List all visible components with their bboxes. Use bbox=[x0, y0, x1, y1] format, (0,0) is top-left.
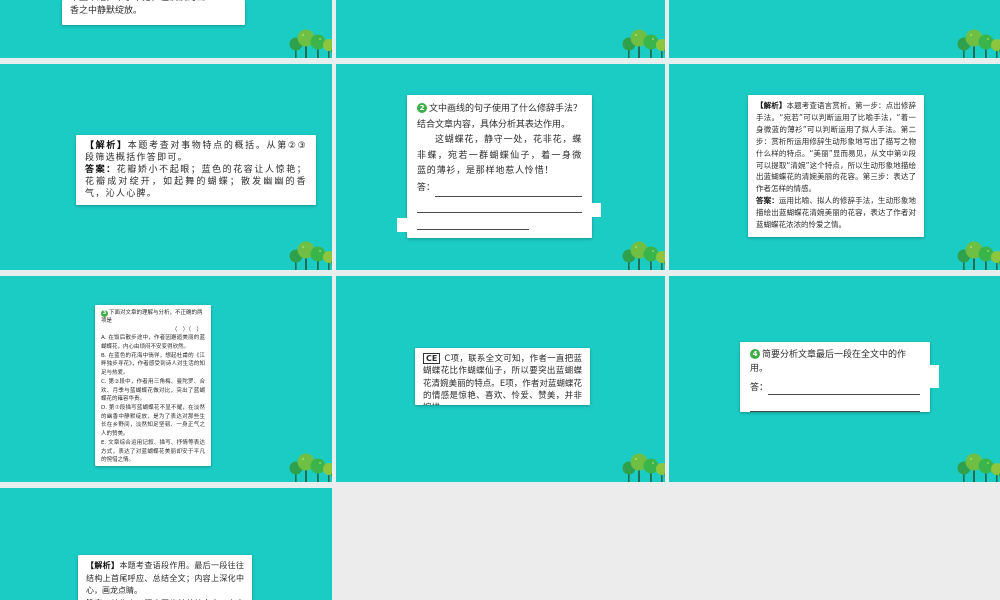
trees-icon bbox=[622, 29, 665, 58]
option-item-d: D. 第⑦段描写蓝蝴蝶花不显不耀，在淡然的幽香中静默绽放，是为了表达对那些生长在… bbox=[101, 405, 205, 437]
trees-icon bbox=[957, 453, 1000, 482]
question-heading: 3 下面对文章的理解与分析，不正确的两项是 bbox=[101, 309, 205, 326]
slide-thumbnail-r4c1[interactable]: 【解析】本题考查语段作用。最后一段往往结构上首尾呼应、总结全文；内容上深化中心，… bbox=[0, 488, 332, 600]
trees-icon bbox=[289, 29, 332, 58]
slide-thumbnail-r2c3[interactable]: 【解析】本题考查语言赏析。第一步：点出修辞手法。“宛若”可以判断运用了比喻手法，… bbox=[669, 64, 1000, 270]
slide-thumbnail-r3c3[interactable]: 4 简要分析文章最后一段在全文中的作用。 答： bbox=[669, 276, 1000, 482]
analysis-text: C项，联系全文可知，作者一直把蓝蝴蝶花比作蝴蝶仙子，所以要突出蓝蝴蝶花清婉美丽的… bbox=[423, 354, 582, 405]
trees-icon bbox=[957, 29, 1000, 58]
option-item-c: C. 第②段中，作者用三角梅、曼陀罗、合欢、月季与蓝蝴蝶花做对比，突出了蓝蝴蝶花… bbox=[101, 379, 205, 403]
slide-thumbnail-r3c2[interactable]: CE C项，联系全文可知，作者一直把蓝蝴蝶花比作蝴蝶仙子，所以要突出蓝蝴蝶花清婉美… bbox=[336, 276, 665, 482]
analysis-paragraph: 【解析】本题考查语言赏析。第一步：点出修辞手法。“宛若”可以判断运用了比喻手法，… bbox=[756, 100, 916, 195]
answer-label: 答： bbox=[417, 183, 436, 193]
slide-thumbnail-r2c2[interactable]: 2 文中画线的句子使用了什么修辞手法？结合文章内容，具体分析其表达作用。 这蝴蝶花… bbox=[336, 64, 665, 270]
analysis-text-box: 【解析】本题考查语段作用。最后一段往往结构上首尾呼应、总结全文；内容上深化中心，… bbox=[78, 555, 252, 600]
white-tab-decoration bbox=[592, 203, 601, 217]
analysis-text-box: 【解析】本题考查对事物特点的概括。从第②③段筛选概括作答即可。 答案：花瓣娇小不… bbox=[76, 135, 316, 205]
trees-icon bbox=[289, 453, 332, 482]
slide-sorter-canvas: 不显不耀，不争不抢，在淡淡的幽 香之中静默绽放。 【解析】本题考查对事物特点的概… bbox=[0, 0, 1000, 600]
answer-badge: CE bbox=[423, 353, 441, 364]
answer-label: 答： bbox=[750, 383, 769, 393]
question-text-box: 4 简要分析文章最后一段在全文中的作用。 答： bbox=[740, 342, 930, 412]
option-item-b: B. 在蓝色的花海中徜徉，想起杜甫的《江畔独步寻花》，作者感受到诗人对生活的知足… bbox=[101, 353, 205, 376]
answer-text: 花瓣娇小不起眼；蓝色的花容让人惊艳；花瓣成对绽开，如起舞的蝴蝶；散发幽幽的香气，… bbox=[85, 165, 308, 199]
slide-thumbnail-r2c1[interactable]: 【解析】本题考查对事物特点的概括。从第②③段筛选概括作答即可。 答案：花瓣娇小不… bbox=[0, 64, 332, 270]
analysis-paragraph: CE C项，联系全文可知，作者一直把蓝蝴蝶花比作蝴蝶仙子，所以要突出蓝蝴蝶花清婉美… bbox=[423, 353, 582, 405]
answer-blank-row bbox=[750, 395, 920, 412]
question-text: 简要分析文章最后一段在全文中的作用。 bbox=[750, 350, 907, 374]
slide-thumbnail-r3c1[interactable]: 3 下面对文章的理解与分析，不正确的两项是 （ ）（ ） A. 在饭后散步途中，作… bbox=[0, 276, 332, 482]
question-heading: 2 文中画线的句子使用了什么修辞手法？结合文章内容，具体分析其表达作用。 bbox=[417, 102, 582, 133]
answer-blank-row bbox=[417, 214, 582, 231]
question-number-icon: 3 bbox=[101, 310, 108, 317]
quoted-sentence: 这蝴蝶花，静守一处，花非花，蝶非蝶，宛若一群蝴蝶仙子，着一身微蓝的薄衫，是那样地… bbox=[417, 135, 583, 176]
jiexi-label: 【解析】 bbox=[756, 101, 787, 110]
question-text-box: 2 文中画线的句子使用了什么修辞手法？结合文章内容，具体分析其表达作用。 这蝴蝶花… bbox=[407, 95, 592, 238]
question-number-icon: 4 bbox=[750, 349, 760, 359]
white-tab-decoration bbox=[397, 218, 407, 232]
trees-icon bbox=[622, 241, 665, 270]
slide-thumbnail-r1c2[interactable] bbox=[336, 0, 665, 58]
question-number-icon: 2 bbox=[417, 103, 427, 113]
option-item-a: A. 在饭后散步途中，作者因邂逅美丽的蓝蝴蝶花，内心由烦闷不安变得欣然。 bbox=[101, 335, 205, 350]
answer-blank-row bbox=[417, 197, 582, 214]
question-text: 文中画线的句子使用了什么修辞手法？结合文章内容，具体分析其表达作用。 bbox=[417, 104, 583, 130]
jiexi-text: 本题考查语言赏析。第一步：点出修辞手法。“宛若”可以判断运用了比喻手法，“着一身… bbox=[756, 101, 916, 194]
jiexi-label: 【解析】 bbox=[86, 561, 120, 570]
slide-thumbnail-r1c3[interactable] bbox=[669, 0, 1000, 58]
trees-icon bbox=[622, 453, 665, 482]
paragraph: 香之中静默绽放。 bbox=[70, 6, 143, 16]
answer-blanks: （ ）（ ） bbox=[171, 326, 202, 333]
answer-line: 答： bbox=[417, 181, 582, 197]
answer-label: 答案： bbox=[756, 196, 779, 206]
question-text: 下面对文章的理解与分析，不正确的两项是 bbox=[101, 310, 203, 325]
multiple-choice-box: 3 下面对文章的理解与分析，不正确的两项是 （ ）（ ） A. 在饭后散步途中，作… bbox=[95, 305, 211, 466]
answer-paragraph: 答案：花瓣娇小不起眼；蓝色的花容让人惊艳；花瓣成对绽开，如起舞的蝴蝶；散发幽幽的… bbox=[85, 164, 307, 200]
empty-canvas-area bbox=[333, 483, 1000, 600]
analysis-text-box: 【解析】本题考查语言赏析。第一步：点出修辞手法。“宛若”可以判断运用了比喻手法，… bbox=[748, 95, 924, 237]
answer-line: 答： bbox=[750, 378, 920, 395]
analysis-paragraph: 【解析】本题考查语段作用。最后一段往往结构上首尾呼应、总结全文；内容上深化中心，… bbox=[86, 560, 244, 598]
answer-paragraph: 答案：运用比喻、拟人的修辞手法，生动形象地描绘出蓝蝴蝶花清婉美丽的花容，表达了作… bbox=[756, 195, 916, 231]
white-tab-decoration bbox=[930, 365, 939, 388]
answer-blank-line bbox=[435, 195, 582, 197]
answer-blank-line bbox=[768, 394, 920, 395]
trees-icon bbox=[289, 241, 332, 270]
analysis-paragraph: 【解析】本题考查对事物特点的概括。从第②③段筛选概括作答即可。 bbox=[85, 140, 307, 164]
option-item-e: E. 文章综合运用记叙、描写、抒情等表达方式，表达了对蓝蝴蝶花美丽却安于平凡的惋… bbox=[101, 440, 205, 463]
trees-icon bbox=[957, 241, 1000, 270]
question-heading: 4 简要分析文章最后一段在全文中的作用。 bbox=[750, 348, 920, 376]
jiexi-label: 【解析】 bbox=[85, 141, 128, 151]
answer-label: 答案： bbox=[85, 165, 117, 175]
text-box: 不显不耀，不争不抢，在淡淡的幽 香之中静默绽放。 bbox=[62, 0, 245, 25]
answer-text: 运用比喻、拟人的修辞手法，生动形象地描绘出蓝蝴蝶花清婉美丽的花容，表达了作者对蓝… bbox=[756, 196, 916, 230]
answer-analysis-box: CE C项，联系全文可知，作者一直把蓝蝴蝶花比作蝴蝶仙子，所以要突出蓝蝴蝶花清婉美… bbox=[415, 348, 590, 405]
slide-thumbnail-r1c1[interactable]: 不显不耀，不争不抢，在淡淡的幽 香之中静默绽放。 bbox=[0, 0, 332, 58]
